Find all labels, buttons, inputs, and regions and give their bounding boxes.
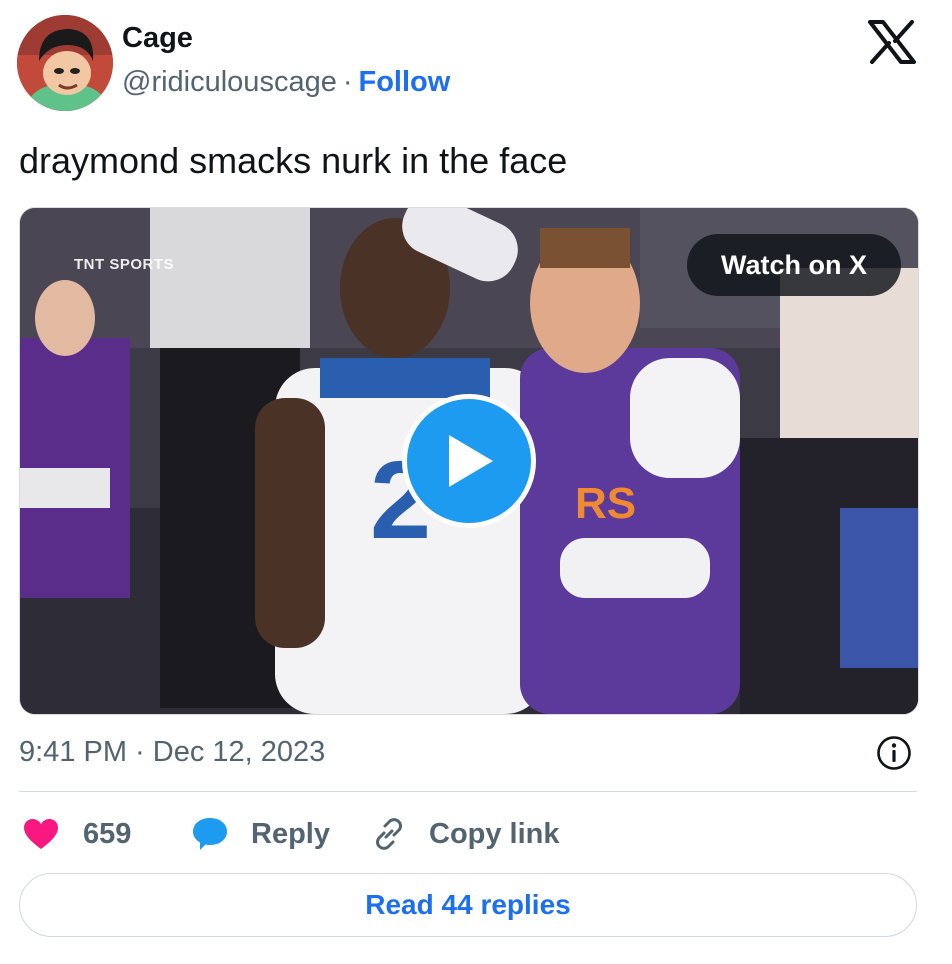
tweet-timestamp[interactable]: 9:41 PM · Dec 12, 2023 (19, 736, 325, 769)
author-handle[interactable]: @ridiculouscage (122, 66, 337, 98)
play-icon (449, 435, 493, 487)
read-replies-button[interactable]: Read 44 replies (19, 873, 917, 937)
author-handle-row: @ridiculouscage · Follow (122, 66, 450, 99)
action-bar: 659 Reply Copy link (19, 808, 917, 860)
broadcaster-logo: TNT SPORTS (74, 256, 175, 273)
info-icon[interactable] (876, 735, 912, 771)
reply-button[interactable]: Reply (191, 808, 330, 860)
svg-text:RS: RS (575, 479, 636, 528)
separator-dot: · (342, 66, 353, 98)
tweet-text: draymond smacks nurk in the face (19, 140, 568, 181)
follow-button[interactable]: Follow (359, 66, 451, 98)
video-player[interactable]: 2 RS TNT SPORTS Watch on X (19, 207, 919, 715)
reply-label: Reply (251, 817, 330, 850)
x-logo-icon[interactable] (868, 20, 916, 64)
avatar-image (17, 15, 113, 111)
author-name[interactable]: Cage (122, 22, 193, 55)
link-icon (375, 818, 403, 850)
like-count: 659 (83, 817, 132, 850)
speech-bubble-icon (193, 818, 227, 850)
like-button[interactable]: 659 (23, 808, 131, 860)
copy-link-button[interactable]: Copy link (371, 808, 560, 860)
divider (19, 791, 917, 792)
play-button[interactable] (402, 394, 536, 528)
heart-icon (24, 819, 58, 849)
watch-on-x-button[interactable]: Watch on X (687, 234, 901, 296)
copy-link-label: Copy link (429, 817, 560, 850)
avatar[interactable] (17, 15, 113, 111)
